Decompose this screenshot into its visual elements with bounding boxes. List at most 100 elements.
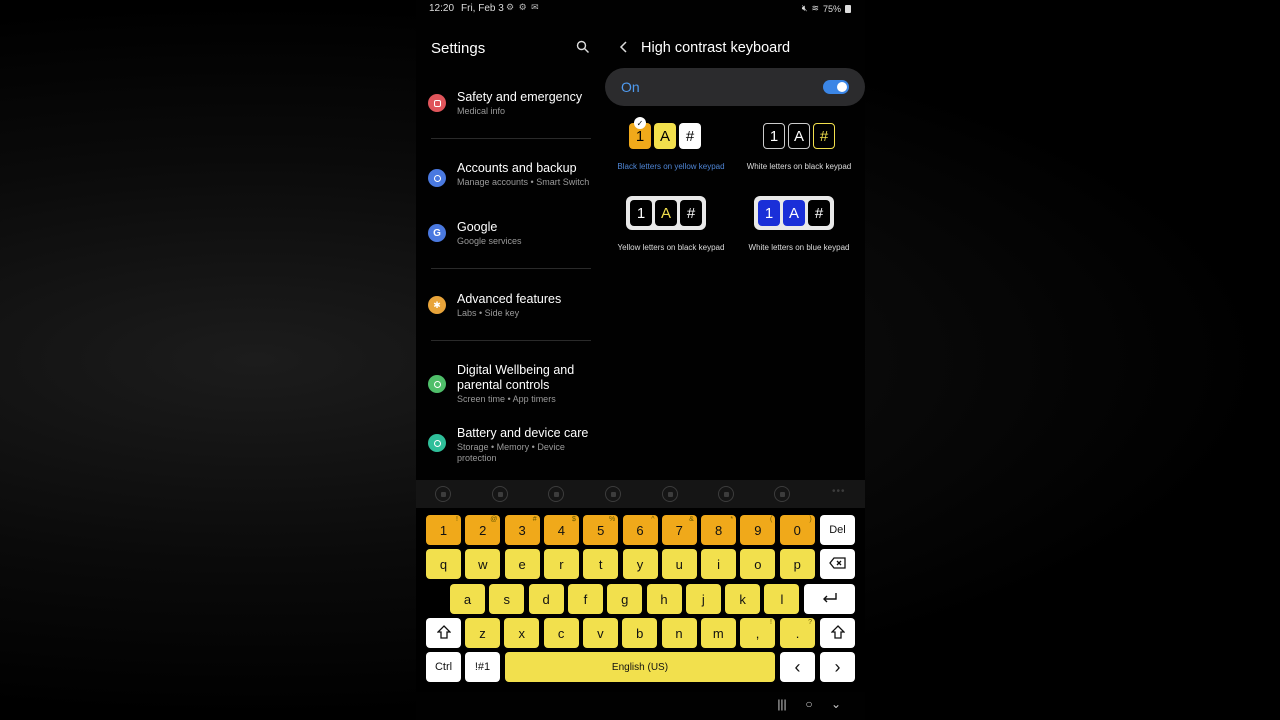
settings-item-title: Google — [457, 220, 498, 234]
microphone-icon[interactable] — [662, 486, 678, 502]
enter-key[interactable] — [804, 584, 855, 614]
back-button[interactable]: ⌄ — [828, 697, 844, 711]
recents-button[interactable]: ||| — [774, 697, 790, 711]
key-p[interactable]: p — [779, 549, 815, 579]
key-hint: ( — [770, 516, 773, 523]
alert-icon — [428, 94, 446, 112]
back-arrow-icon[interactable] — [618, 40, 630, 54]
settings-gear-icon[interactable] — [718, 486, 734, 502]
key-0[interactable]: 0) — [779, 515, 815, 545]
key-hint: ! — [456, 516, 458, 523]
emoji-icon[interactable] — [435, 486, 451, 502]
sticker-icon[interactable] — [492, 486, 508, 502]
preview-key: A — [655, 200, 677, 226]
key-label: z — [479, 625, 486, 641]
key-label: !#1 — [474, 661, 491, 673]
key-v[interactable]: v — [582, 618, 618, 648]
key-5[interactable]: 5% — [583, 515, 619, 545]
shift-left-icon — [435, 624, 452, 642]
key-3[interactable]: 3 # — [504, 515, 540, 545]
option-label: White letters on blue keypad — [748, 243, 850, 252]
key-9[interactable]: 9( — [740, 515, 776, 545]
option-black-on-yellow[interactable]: 1 A # ✓ Black letters on yellow keypad — [616, 117, 726, 191]
key-d[interactable]: d — [528, 584, 564, 614]
settings-item-advanced[interactable]: ✱ Advanced features Labs • Side key — [428, 292, 600, 322]
key-n[interactable]: n — [661, 618, 697, 648]
key-2[interactable]: 2 @ — [465, 515, 501, 545]
clipboard-icon[interactable] — [548, 486, 564, 502]
key-y[interactable]: y — [622, 549, 658, 579]
shift-key-right[interactable] — [820, 618, 855, 648]
cursor-left-key[interactable]: ‹ — [780, 652, 815, 682]
settings-panel: Settings Safety and emergency Medical in… — [416, 16, 603, 480]
keyboard-mode-icon[interactable] — [605, 486, 621, 502]
battery-icon — [845, 4, 851, 13]
key-w[interactable]: w — [465, 549, 501, 579]
key-label: q — [439, 556, 448, 572]
key-comma[interactable]: ,! — [740, 618, 775, 648]
search-icon[interactable] — [774, 486, 790, 502]
key-k[interactable]: k — [725, 584, 761, 614]
detail-panel: High contrast keyboard On 1 A # ✓ Black … — [604, 16, 865, 480]
more-icon[interactable]: ••• — [832, 486, 846, 497]
selected-check-icon: ✓ — [634, 117, 646, 129]
key-e[interactable]: e — [504, 549, 540, 579]
key-8[interactable]: 8 * — [701, 515, 737, 545]
ctrl-key[interactable]: Ctrl — [426, 652, 461, 682]
key-c[interactable]: c — [543, 618, 579, 648]
key-6[interactable]: 6 ^ — [622, 515, 658, 545]
key-s[interactable]: s — [489, 584, 525, 614]
status-date: Fri, Feb 3 — [461, 3, 504, 14]
option-white-on-blue[interactable]: 1 A # White letters on blue keypad — [744, 196, 854, 268]
delete-key[interactable]: Del — [820, 515, 855, 545]
key-x[interactable]: x — [504, 618, 540, 648]
key-g[interactable]: g — [607, 584, 643, 614]
key-m[interactable]: m — [700, 618, 736, 648]
key-u[interactable]: u — [661, 549, 697, 579]
settings-item-accounts[interactable]: Accounts and backup Manage accounts • Sm… — [428, 161, 600, 201]
option-white-on-black[interactable]: 1 A # White letters on black keypad — [744, 119, 854, 191]
key-h[interactable]: h — [646, 584, 682, 614]
navigation-bar: ||| ○ ⌄ — [416, 692, 865, 720]
key-o[interactable]: o — [740, 549, 776, 579]
home-button[interactable]: ○ — [801, 697, 817, 711]
key-z[interactable]: z — [465, 618, 500, 648]
symbols-key[interactable]: !#1 — [465, 652, 500, 682]
key-a[interactable]: a — [450, 584, 485, 614]
key-label: c — [557, 625, 565, 641]
settings-item-wellbeing[interactable]: Digital Wellbeing and parental controls … — [428, 363, 600, 405]
key-r[interactable]: r — [543, 549, 579, 579]
search-icon[interactable] — [576, 40, 590, 54]
key-label: › — [834, 656, 841, 677]
key-f[interactable]: f — [567, 584, 603, 614]
settings-item-google[interactable]: G Google Google services — [428, 220, 600, 250]
settings-item-battery[interactable]: Battery and device care Storage • Memory… — [428, 426, 600, 466]
shift-key-left[interactable] — [426, 618, 461, 648]
key-1[interactable]: 1! — [426, 515, 461, 545]
key-4[interactable]: 4 $ — [543, 515, 579, 545]
key-hint: ) — [809, 516, 812, 523]
key-label: b — [636, 625, 644, 641]
onscreen-keyboard: ••• 1! 2 @3 #4 $5% 6 ^ 7 & 8 * 9(0) Del q w e r t y u i o p a s d… — [416, 480, 865, 692]
key-l[interactable]: l — [764, 584, 800, 614]
settings-item-subtitle: Screen time • App timers — [457, 394, 556, 404]
key-period[interactable]: .? — [780, 618, 815, 648]
backspace-key[interactable] — [820, 549, 855, 579]
space-key[interactable]: English (US) — [505, 652, 775, 682]
google-icon: G — [428, 224, 446, 242]
settings-item-subtitle: Labs • Side key — [457, 308, 520, 318]
key-q[interactable]: q — [426, 549, 461, 579]
key-i[interactable]: i — [701, 549, 737, 579]
key-b[interactable]: b — [622, 618, 658, 648]
option-label: Black letters on yellow keypad — [617, 162, 725, 171]
master-toggle-row[interactable]: On — [605, 68, 865, 106]
master-toggle-switch[interactable] — [823, 80, 849, 94]
key-j[interactable]: j — [685, 584, 721, 614]
key-t[interactable]: t — [583, 549, 619, 579]
cursor-right-key[interactable]: › — [820, 652, 855, 682]
key-7[interactable]: 7 & — [661, 515, 697, 545]
settings-item-safety[interactable]: Safety and emergency Medical info — [428, 90, 600, 124]
status-right: 🔇︎ ≋ 75% — [802, 3, 851, 14]
option-yellow-on-black[interactable]: 1 A # Yellow letters on black keypad — [616, 196, 726, 268]
key-label: t — [598, 556, 603, 572]
